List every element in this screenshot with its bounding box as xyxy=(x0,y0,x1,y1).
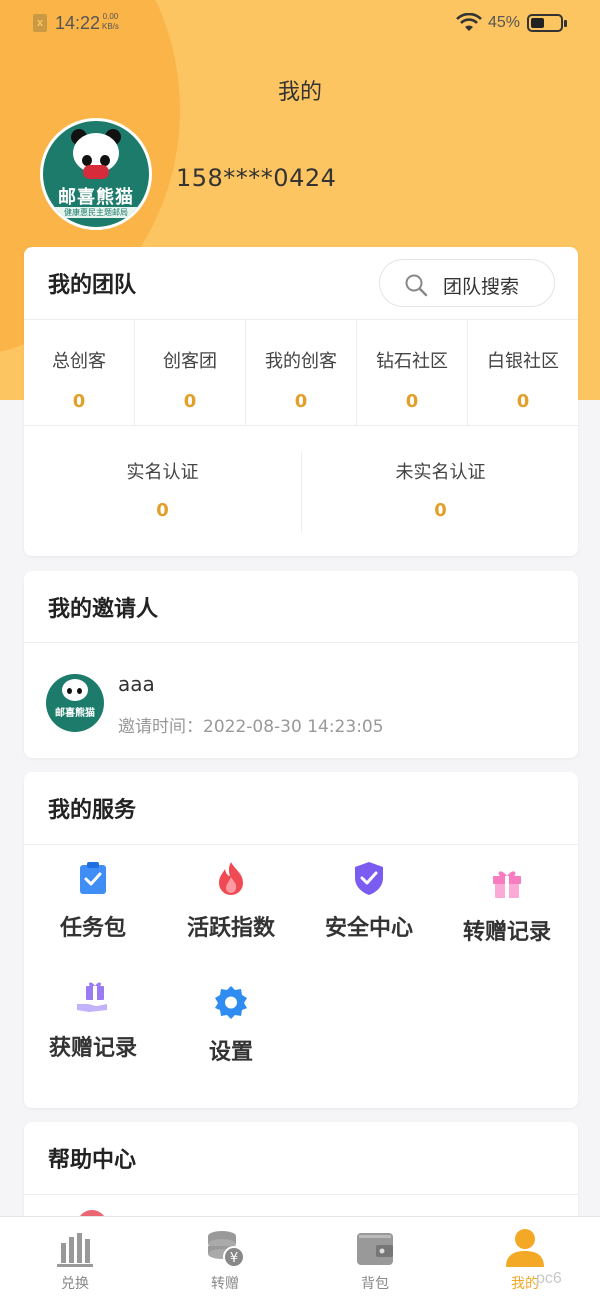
panda-logo-icon xyxy=(62,679,88,701)
status-bar: x 14:22 0.00 KB/s 45% xyxy=(0,0,600,48)
team-search-label: 团队搜索 xyxy=(443,276,520,298)
service-gift-records[interactable]: 转赠记录 xyxy=(438,864,576,946)
coins-icon: ¥ xyxy=(208,1231,245,1268)
page-title: 我的 xyxy=(277,80,322,105)
stat-value: 0 xyxy=(405,391,419,412)
tab-backpack[interactable]: 背包 xyxy=(300,1217,450,1300)
stat-total-makers[interactable]: 总创客 0 xyxy=(24,319,134,425)
battery-icon xyxy=(527,14,567,32)
inviter-name: aaa xyxy=(118,672,155,696)
service-settings[interactable]: 设置 xyxy=(162,984,300,1066)
panda-eye-icon xyxy=(77,688,82,694)
stat-my-makers[interactable]: 我的创客 0 xyxy=(246,319,356,425)
tab-label: 我的 xyxy=(511,1276,539,1292)
team-card-title: 我的团队 xyxy=(48,273,137,298)
gift-hand-icon xyxy=(77,982,107,1012)
fire-icon xyxy=(219,862,243,895)
stat-label: 总创客 xyxy=(52,351,106,372)
no-sim-icon: x xyxy=(33,14,47,32)
logo-tagline: 健康惠民主题邮局 xyxy=(51,207,141,218)
stat-label: 钻石社区 xyxy=(376,351,448,372)
wallet-icon xyxy=(357,1233,393,1265)
tab-label: 转赠 xyxy=(211,1276,239,1292)
logo-name: 邮喜熊猫 xyxy=(58,187,134,208)
help-card-title: 帮助中心 xyxy=(48,1148,137,1173)
search-icon xyxy=(405,274,428,297)
stat-label: 实名认证 xyxy=(126,462,199,483)
invite-time: 邀请时间：2022-08-30 14:23:05 xyxy=(118,717,384,737)
service-received-records[interactable]: 获赠记录 xyxy=(24,980,162,1062)
tab-mine[interactable]: 我的 xyxy=(450,1217,600,1300)
stat-label: 白银社区 xyxy=(487,351,559,372)
service-task-package[interactable]: 任务包 xyxy=(24,860,162,942)
stat-value: 0 xyxy=(156,500,169,521)
avatar[interactable]: 邮喜熊猫 健康惠民主题邮局 xyxy=(40,118,152,230)
shield-icon xyxy=(355,862,383,895)
service-label: 设置 xyxy=(208,1040,253,1065)
battery-percent: 45% xyxy=(488,14,521,31)
logo-name: 邮喜熊猫 xyxy=(55,708,95,719)
clipboard-icon xyxy=(80,862,106,894)
service-label: 安全中心 xyxy=(324,916,413,941)
divider xyxy=(24,1194,578,1195)
inviter-card-title: 我的邀请人 xyxy=(48,597,159,622)
stat-value: 0 xyxy=(294,391,308,412)
panda-eye-icon xyxy=(67,688,72,694)
tab-label: 兑换 xyxy=(61,1276,89,1292)
divider xyxy=(24,642,578,643)
tab-transfer[interactable]: ¥ 转赠 xyxy=(150,1217,300,1300)
gift-icon xyxy=(493,871,521,898)
stat-label: 我的创客 xyxy=(265,351,337,372)
stat-value: 0 xyxy=(72,391,86,412)
divider xyxy=(24,425,578,426)
stat-value: 0 xyxy=(516,391,530,412)
stat-value: 0 xyxy=(434,500,447,521)
service-label: 活跃指数 xyxy=(186,916,275,941)
inviter-card: 我的邀请人 邮喜熊猫 aaa 邀请时间：2022-08-30 14:23:05 xyxy=(24,571,578,758)
stat-silver-community[interactable]: 白银社区 0 xyxy=(468,319,578,425)
team-card: 我的团队 团队搜索 总创客 0 创客团 0 我的创客 0 钻石社区 0 白银社区… xyxy=(24,247,578,556)
stat-diamond-community[interactable]: 钻石社区 0 xyxy=(357,319,467,425)
service-activity-index[interactable]: 活跃指数 xyxy=(162,860,300,942)
service-label: 任务包 xyxy=(59,916,126,941)
stat-label: 创客团 xyxy=(163,351,217,372)
bottom-tab-bar: 兑换 ¥ 转赠 背包 我的 xyxy=(0,1216,600,1300)
service-label: 获赠记录 xyxy=(48,1036,137,1061)
stat-label: 未实名认证 xyxy=(395,462,486,483)
stat-maker-groups[interactable]: 创客团 0 xyxy=(135,319,245,425)
services-card: 我的服务 任务包 活跃指数 安全中心 转赠记录 获赠记录 设置 xyxy=(24,772,578,1108)
tab-label: 背包 xyxy=(361,1276,389,1292)
user-icon xyxy=(506,1229,544,1267)
team-search-button[interactable]: 团队搜索 xyxy=(379,259,555,307)
stat-value: 0 xyxy=(183,391,197,412)
network-speed-value: 0.00 xyxy=(102,12,119,21)
tab-exchange[interactable]: 兑换 xyxy=(0,1217,150,1300)
svg-text:¥: ¥ xyxy=(230,1251,238,1266)
user-phone: 158****0424 xyxy=(176,164,337,192)
service-security-center[interactable]: 安全中心 xyxy=(300,860,438,942)
battery-level xyxy=(531,18,544,28)
service-label: 转赠记录 xyxy=(462,920,551,945)
bar-chart-icon xyxy=(57,1233,93,1267)
stat-unverified[interactable]: 未实名认证 0 xyxy=(302,442,578,537)
status-time: 14:22 xyxy=(55,13,101,33)
inviter-avatar[interactable]: 邮喜熊猫 xyxy=(46,674,104,732)
wifi-icon xyxy=(456,13,482,31)
services-card-title: 我的服务 xyxy=(48,798,137,823)
network-speed-unit: KB/s xyxy=(102,22,119,31)
divider xyxy=(24,844,578,845)
watermark: pc6 xyxy=(536,1270,562,1287)
gear-icon xyxy=(215,986,247,1019)
stat-verified[interactable]: 实名认证 0 xyxy=(24,442,301,537)
network-speed: 0.00 KB/s xyxy=(102,12,119,32)
heart-icon xyxy=(83,165,109,179)
